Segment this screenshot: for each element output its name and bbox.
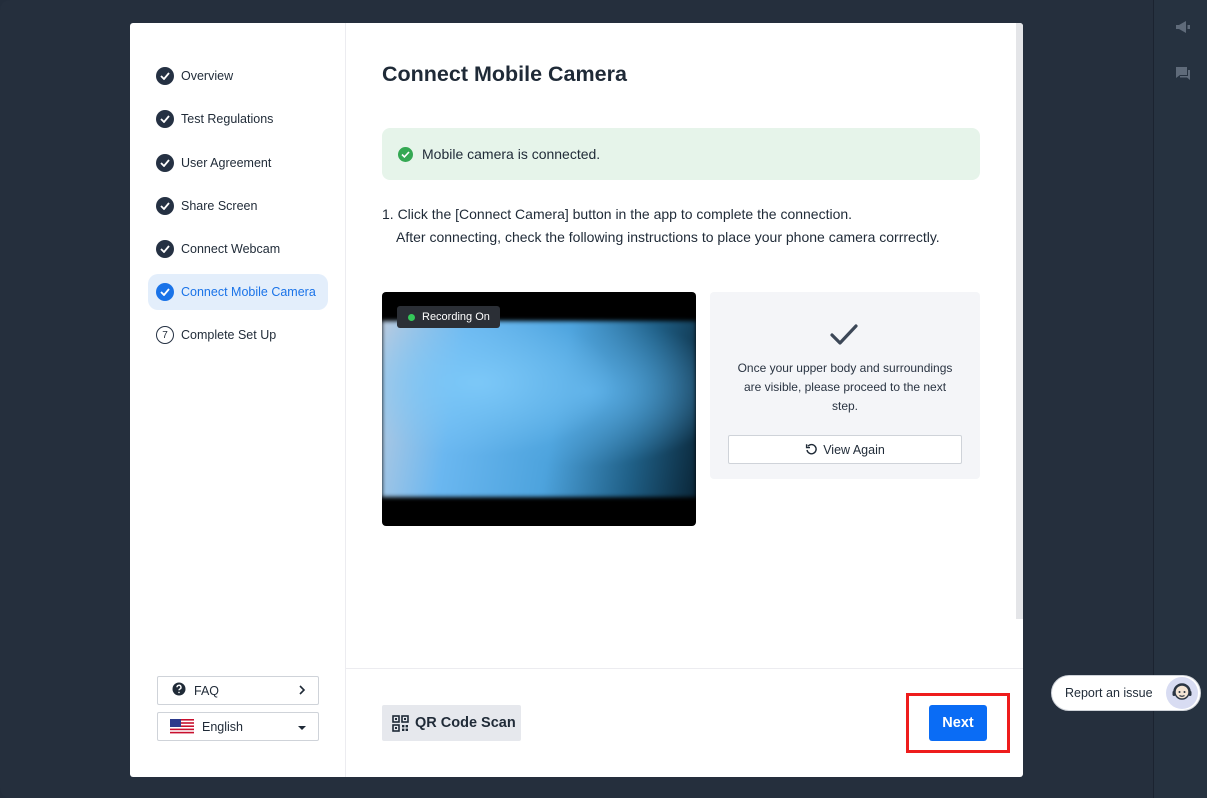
instruction-line-1: 1. Click the [Connect Camera] button in … (382, 206, 853, 222)
step-number-badge: 7 (156, 326, 174, 344)
status-message: Mobile camera is connected. (422, 146, 601, 162)
checkmark-icon (828, 322, 860, 348)
camera-feed (382, 321, 696, 497)
us-flag-icon (170, 719, 194, 734)
check-circle-icon (156, 67, 174, 85)
check-circle-icon (156, 154, 174, 172)
qr-code-scan-label: QR Code Scan (415, 715, 516, 731)
qr-code-icon (392, 714, 409, 732)
step-label: User Agreement (181, 156, 272, 170)
step-label: Connect Webcam (181, 242, 281, 256)
caret-down-icon (298, 720, 306, 734)
faq-button[interactable]: FAQ (157, 676, 319, 705)
setup-modal: Overview Test Regulations User Agreement… (130, 23, 1023, 777)
step-label: Overview (181, 69, 234, 83)
step-overview[interactable]: Overview (148, 58, 328, 94)
step-connect-mobile-camera[interactable]: Connect Mobile Camera (148, 274, 328, 310)
megaphone-icon[interactable] (1174, 18, 1192, 36)
guide-text: Once your upper body and surroundings ar… (737, 361, 953, 413)
steps-sidebar: Overview Test Regulations User Agreement… (130, 23, 346, 777)
view-again-label: View Again (823, 442, 885, 457)
report-issue-button[interactable]: Report an issue (1051, 675, 1201, 711)
check-circle-icon (156, 283, 174, 301)
check-circle-icon (156, 240, 174, 258)
success-check-icon (398, 146, 413, 162)
support-agent-icon (1166, 677, 1198, 709)
step-label: Share Screen (181, 199, 258, 213)
success-banner: Mobile camera is connected. (382, 128, 980, 180)
recording-label: Recording On (422, 311, 490, 323)
step-share-screen[interactable]: Share Screen (148, 188, 328, 224)
step-test-regulations[interactable]: Test Regulations (148, 101, 328, 137)
view-again-button[interactable]: View Again (728, 435, 962, 464)
check-circle-icon (156, 197, 174, 215)
footer-divider (346, 668, 1023, 669)
placement-guide: Once your upper body and surroundings ar… (710, 292, 980, 479)
scrollbar[interactable] (1016, 23, 1023, 619)
chevron-right-icon (298, 684, 306, 698)
help-icon (172, 682, 186, 699)
report-issue-label: Report an issue (1065, 686, 1153, 700)
language-select[interactable]: English (157, 712, 319, 741)
step-complete-set-up[interactable]: 7 Complete Set Up (148, 317, 328, 353)
language-label: English (202, 719, 243, 734)
faq-label: FAQ (194, 683, 220, 698)
recording-dot-icon (408, 313, 415, 321)
next-button[interactable]: Next (929, 705, 987, 741)
recording-badge: Recording On (397, 306, 500, 328)
refresh-icon (806, 443, 817, 455)
step-connect-webcam[interactable]: Connect Webcam (148, 231, 328, 267)
step-label: Complete Set Up (181, 328, 277, 342)
step-label: Connect Mobile Camera (181, 285, 316, 299)
mobile-camera-preview: Recording On (382, 292, 696, 526)
qr-code-scan-button[interactable]: QR Code Scan (382, 705, 521, 741)
chat-icon[interactable] (1174, 65, 1192, 83)
page-title: Connect Mobile Camera (382, 62, 627, 86)
step-user-agreement[interactable]: User Agreement (148, 145, 328, 181)
instruction-text: 1. Click the [Connect Camera] button in … (382, 203, 962, 249)
check-circle-icon (156, 110, 174, 128)
instruction-line-2: After connecting, check the following in… (396, 229, 940, 245)
step-label: Test Regulations (181, 112, 274, 126)
